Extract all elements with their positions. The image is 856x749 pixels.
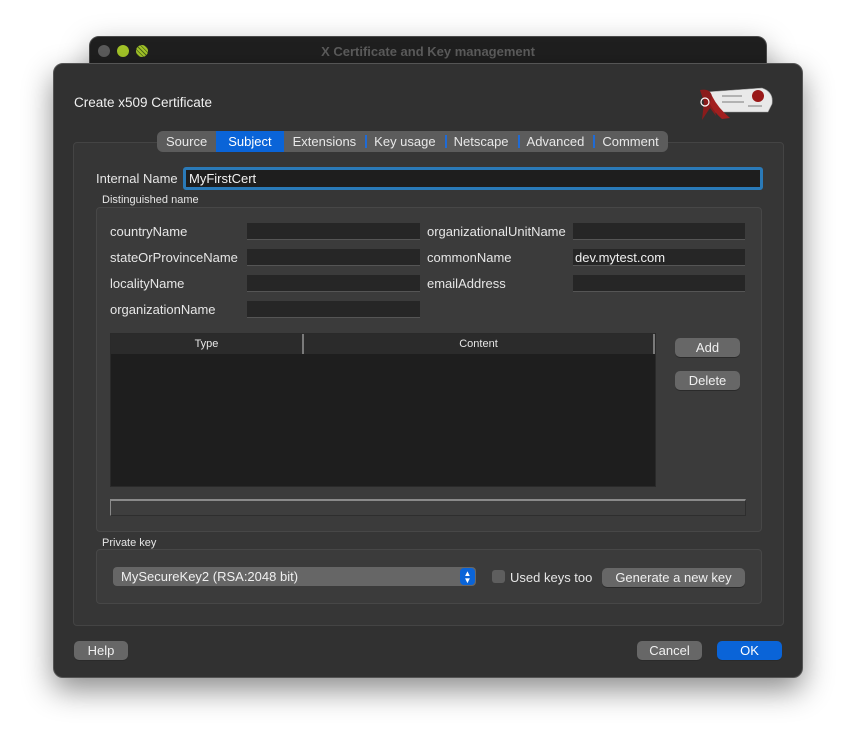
horizontal-scrollbar[interactable] [110,499,746,516]
help-button[interactable]: Help [74,641,128,660]
create-certificate-dialog: Create x509 Certificate Source Subject E… [53,63,803,678]
selected-key-text: MySecureKey2 (RSA:2048 bit) [121,569,299,584]
add-entry-button[interactable]: Add [675,338,740,357]
tab-subject[interactable]: Subject [216,131,284,152]
title-bar: X Certificate and Key management [90,37,766,65]
tab-bar: Source Subject Extensions Key usage Nets… [157,131,668,152]
column-header-type[interactable]: Type [111,334,304,354]
tab-comment[interactable]: Comment [593,131,667,152]
tab-advanced[interactable]: Advanced [517,131,594,152]
state-or-province-name-label: stateOrProvinceName [110,250,238,265]
cancel-button[interactable]: Cancel [637,641,702,660]
country-name-input[interactable] [247,223,420,240]
organization-name-input[interactable] [247,301,420,318]
tab-extensions[interactable]: Extensions [284,131,366,152]
dialog-title: Create x509 Certificate [74,95,213,110]
tab-netscape[interactable]: Netscape [444,131,518,152]
used-keys-too-label[interactable]: Used keys too [510,570,592,585]
private-key-label: Private key [102,537,157,549]
delete-entry-button[interactable]: Delete [675,371,740,390]
distinguished-name-label: Distinguished name [102,194,199,206]
organizational-unit-name-label: organizationalUnitName [427,224,566,239]
common-name-input[interactable] [573,249,745,266]
internal-name-input[interactable] [183,167,763,190]
email-address-input[interactable] [573,275,745,292]
email-address-label: emailAddress [427,276,506,291]
organization-name-label: organizationName [110,302,216,317]
locality-name-label: localityName [110,276,185,291]
tab-key-usage[interactable]: Key usage [365,131,444,152]
organizational-unit-name-input[interactable] [573,223,745,240]
private-key-select[interactable]: MySecureKey2 (RSA:2048 bit) ▲ ▼ [113,567,476,586]
updown-chevron-icon: ▲ ▼ [460,568,475,585]
dn-entries-table[interactable]: Type Content [110,333,656,487]
common-name-label: commonName [427,250,512,265]
column-header-content[interactable]: Content [304,334,655,354]
internal-name-label: Internal Name [96,171,178,186]
country-name-label: countryName [110,224,188,239]
table-header: Type Content [111,334,655,354]
generate-new-key-button[interactable]: Generate a new key [602,568,745,587]
state-or-province-name-input[interactable] [247,249,420,266]
used-keys-too-checkbox[interactable] [492,570,505,583]
window-title: X Certificate and Key management [321,44,535,59]
locality-name-input[interactable] [247,275,420,292]
ok-button[interactable]: OK [717,641,782,660]
xca-scroll-logo-icon [700,87,773,120]
tab-source[interactable]: Source [157,131,216,152]
